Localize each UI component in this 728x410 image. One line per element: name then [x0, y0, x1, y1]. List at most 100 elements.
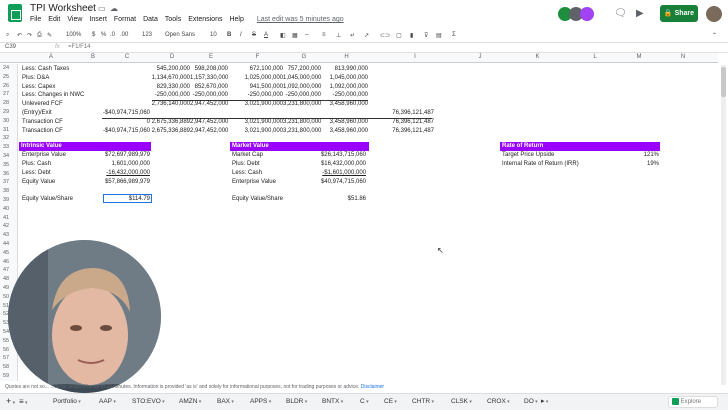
search-menus-icon[interactable]: ⌕	[6, 32, 9, 39]
sheet-tab[interactable]: CLSK	[451, 398, 472, 405]
ror-value[interactable]: 121%	[615, 151, 659, 160]
formula-input[interactable]: =F1/F14	[68, 44, 91, 50]
cf-value[interactable]: 1,157,330,000	[190, 74, 228, 83]
cf-value[interactable]: 829,330,000	[148, 83, 190, 92]
cf-label[interactable]: (Entry)/Exit	[22, 109, 52, 118]
intrinsic-label[interactable]: Enterprise Value	[22, 151, 66, 160]
decrease-decimal-button[interactable]: .0	[110, 32, 115, 38]
market-label[interactable]: Less: Cash	[232, 169, 262, 178]
menu-view[interactable]: View	[67, 16, 82, 23]
menu-tools[interactable]: Tools	[165, 16, 181, 23]
sheets-logo-icon[interactable]	[8, 4, 22, 22]
column-header[interactable]: A	[18, 54, 84, 60]
market-label[interactable]: Market Cap	[232, 151, 263, 160]
column-header[interactable]: J	[460, 54, 500, 60]
market-header[interactable]: Market Value	[230, 142, 369, 151]
row-header[interactable]: 59	[0, 372, 18, 381]
cf-value[interactable]: 598,208,000	[190, 65, 228, 74]
zoom-select[interactable]: 100%	[66, 32, 81, 38]
cf-value[interactable]: -250,000,000	[283, 91, 321, 100]
move-icon[interactable]: ▭	[98, 4, 106, 13]
cf-label[interactable]: Transaction CF	[22, 127, 63, 136]
ror-value[interactable]: 19%	[615, 160, 659, 169]
cf-value[interactable]: 1,025,000,000	[240, 74, 283, 83]
cf-label[interactable]: Less: Capex	[22, 83, 55, 92]
row-header[interactable]: 35	[0, 160, 18, 170]
row-header[interactable]: 38	[0, 187, 18, 196]
row-header[interactable]: 34	[0, 152, 18, 161]
intrinsic-value[interactable]: $72,697,989,979	[100, 151, 150, 160]
font-select[interactable]: Open Sans	[165, 32, 195, 38]
ror-header[interactable]: Rate of Return	[500, 142, 660, 151]
cf-label[interactable]: Less: Cash Taxes	[22, 65, 69, 74]
cf-value[interactable]: -250,000,000	[190, 91, 228, 100]
scrollbar-thumb[interactable]	[721, 67, 726, 97]
cf-value[interactable]: 3,231,800,000	[283, 127, 321, 136]
column-header[interactable]: B	[84, 54, 102, 60]
market-label[interactable]: Enterprise Value	[232, 178, 276, 187]
cf-value[interactable]: 3,231,800,000	[283, 100, 321, 109]
bold-button[interactable]: B	[227, 32, 231, 38]
wrap-icon[interactable]: ↵	[350, 32, 355, 39]
add-sheet-icon[interactable]: +	[6, 396, 15, 406]
link-icon[interactable]: ⊂⊃	[380, 32, 390, 39]
column-header[interactable]: F	[230, 54, 285, 60]
cf-value[interactable]: 2,947,452,000	[190, 118, 228, 127]
market-value[interactable]: $26,143,715,060	[300, 151, 366, 160]
cf-value[interactable]: 76,396,121,487	[370, 109, 434, 118]
column-header[interactable]: E	[192, 54, 230, 60]
intrinsic-eps-label[interactable]: Equity Value/Share	[22, 195, 73, 204]
cf-value[interactable]: 76,396,121,487	[370, 118, 434, 127]
row-header[interactable]: 31	[0, 125, 18, 135]
row-header[interactable]: 42	[0, 222, 18, 232]
intrinsic-value[interactable]: 1,601,000,000	[100, 160, 150, 169]
cf-value[interactable]: 1,092,000,000	[283, 83, 321, 92]
intrinsic-label[interactable]: Plus: Cash	[22, 160, 51, 169]
cf-value[interactable]: 545,200,000	[148, 65, 190, 74]
cf-value[interactable]: -250,000,000	[148, 91, 190, 100]
borders-icon[interactable]: ▦	[292, 32, 298, 39]
market-value[interactable]: $16,432,000,000	[300, 160, 366, 169]
menu-file[interactable]: File	[30, 16, 41, 23]
cf-label[interactable]: Unlevered FCF	[22, 100, 63, 109]
intrinsic-label[interactable]: Equity Value	[22, 178, 55, 187]
intrinsic-label[interactable]: Less: Debt	[22, 169, 51, 178]
row-header[interactable]: 25	[0, 72, 18, 82]
menu-edit[interactable]: Edit	[48, 16, 60, 23]
all-sheets-icon[interactable]: ≡	[19, 397, 28, 406]
row-header[interactable]: 57	[0, 354, 18, 364]
currency-button[interactable]: $	[92, 32, 95, 38]
undo-icon[interactable]: ↶	[17, 32, 22, 39]
cf-value[interactable]: 672,100,000	[240, 65, 283, 74]
cf-value[interactable]: 757,200,000	[283, 65, 321, 74]
cf-value[interactable]: 3,458,960,000	[321, 100, 368, 109]
row-header[interactable]: 41	[0, 213, 18, 223]
cf-value[interactable]: 852,670,000	[190, 83, 228, 92]
functions-button[interactable]: Σ	[452, 32, 456, 38]
sheet-tab[interactable]: CROX	[487, 398, 510, 405]
cf-value[interactable]: 3,458,960,000	[321, 127, 368, 136]
cf-value[interactable]: 3,021,900,000	[240, 127, 283, 136]
column-header[interactable]: K	[500, 54, 575, 60]
cf-label[interactable]: Plus: D&A	[22, 74, 49, 83]
scroll-tabs-right-icon[interactable]: ▸	[541, 397, 548, 405]
menu-insert[interactable]: Insert	[89, 16, 107, 23]
cf-value[interactable]: -$40,974,715,060	[102, 127, 150, 136]
sheet-tab[interactable]: CE	[384, 398, 397, 405]
row-header[interactable]: 29	[0, 108, 18, 117]
user-avatar[interactable]	[706, 6, 722, 22]
market-label[interactable]: Plus: Debt	[232, 160, 260, 169]
vertical-scrollbar[interactable]	[721, 65, 726, 385]
row-header[interactable]: 58	[0, 363, 18, 372]
row-header[interactable]: 37	[0, 178, 18, 188]
sheet-tab[interactable]: DO	[524, 398, 538, 405]
fill-color-icon[interactable]: ◧	[280, 32, 286, 39]
sheet-tab[interactable]: BLDR	[286, 398, 307, 405]
sheet-tab[interactable]: AAP	[99, 398, 116, 405]
cf-value[interactable]: 3,021,900,000	[240, 118, 283, 127]
row-header[interactable]: 27	[0, 90, 18, 100]
star-icon[interactable]: ☆	[86, 4, 93, 13]
redo-icon[interactable]: ↷	[27, 32, 32, 39]
cf-value[interactable]: 941,500,000	[240, 83, 283, 92]
cf-value[interactable]: 3,458,960,000	[321, 118, 368, 127]
